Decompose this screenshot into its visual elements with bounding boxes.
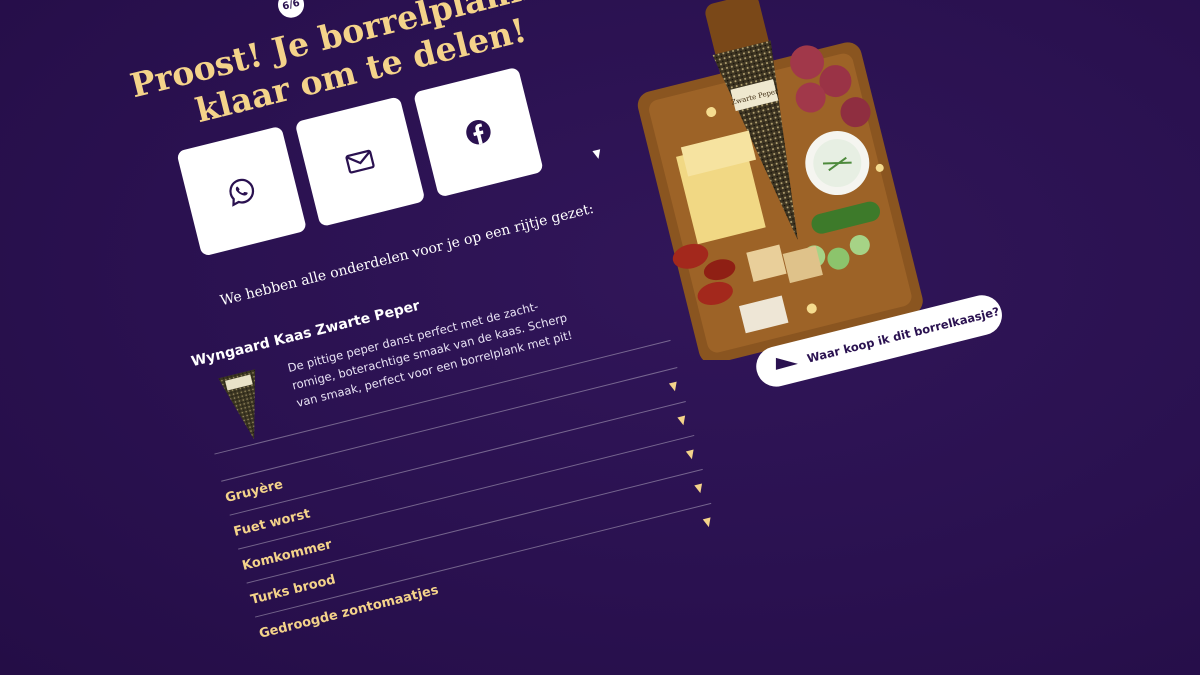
chevron-down-icon [702,516,713,528]
list-item-label: Gruyère [223,476,285,506]
chevron-down-icon[interactable] [592,149,603,160]
chevron-down-icon [668,381,679,392]
borrelplank-image: Zwarte Peper [637,0,923,360]
email-share-button[interactable] [294,96,426,228]
chevron-down-icon [694,482,705,494]
chevron-down-icon [677,415,688,426]
arrow-right-icon [775,357,798,370]
facebook-share-button[interactable] [412,66,544,198]
page: 6/6 Proost! Je borrelplank is klaar om t… [0,0,1200,675]
mail-icon [345,149,375,174]
whatsapp-icon [229,178,255,207]
facebook-icon [466,119,491,145]
step-indicator: 6/6 [275,0,307,21]
share-panel: 6/6 Proost! Je borrelplank is klaar om t… [105,0,720,651]
cheese-product-image [218,369,256,440]
expand-toggles [592,149,603,160]
chevron-down-icon [685,449,696,460]
whatsapp-share-button[interactable] [176,125,308,257]
